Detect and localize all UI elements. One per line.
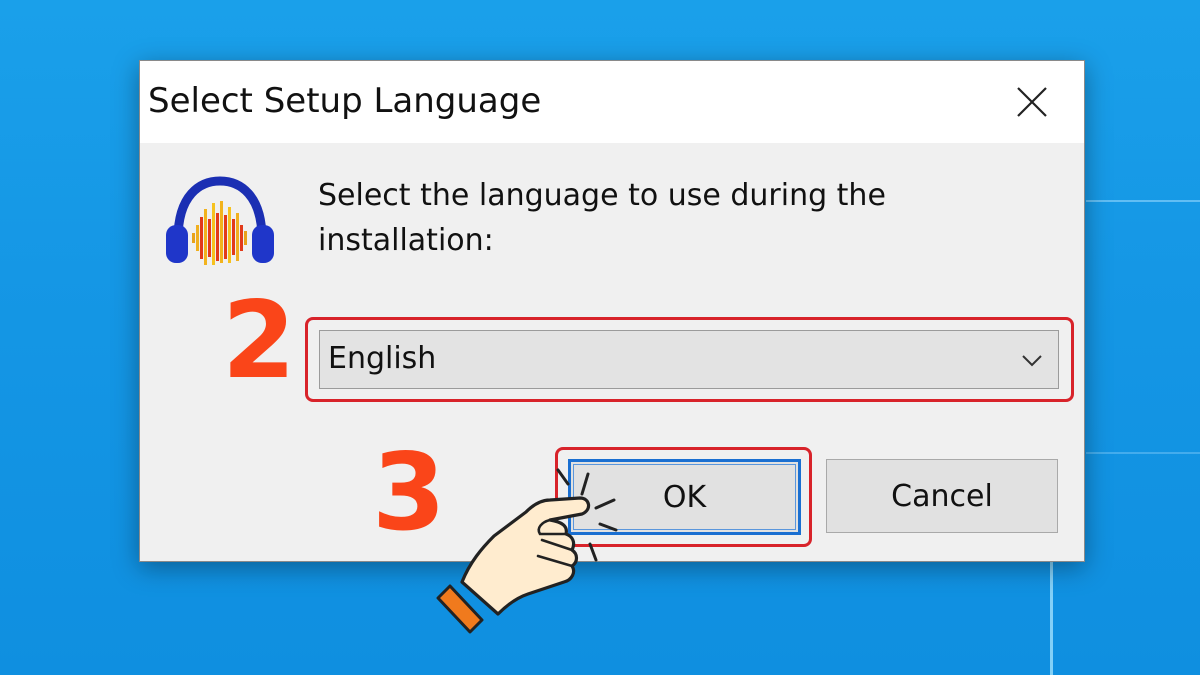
desktop-light-line	[1050, 562, 1053, 675]
desktop-light-line	[1086, 452, 1200, 454]
step-number-2: 2	[222, 279, 296, 402]
dialog-titlebar: Select Setup Language	[140, 61, 1084, 143]
close-button[interactable]	[980, 61, 1084, 143]
language-prompt: Select the language to use during the in…	[318, 178, 886, 258]
desktop-light-line	[1086, 200, 1200, 202]
highlight-language-select	[305, 317, 1074, 402]
pointing-hand-icon	[436, 468, 618, 634]
dialog-title: Select Setup Language	[148, 81, 542, 121]
close-icon	[1017, 87, 1047, 117]
audacity-headphones-icon	[166, 176, 274, 265]
cancel-button[interactable]: Cancel	[826, 459, 1058, 533]
